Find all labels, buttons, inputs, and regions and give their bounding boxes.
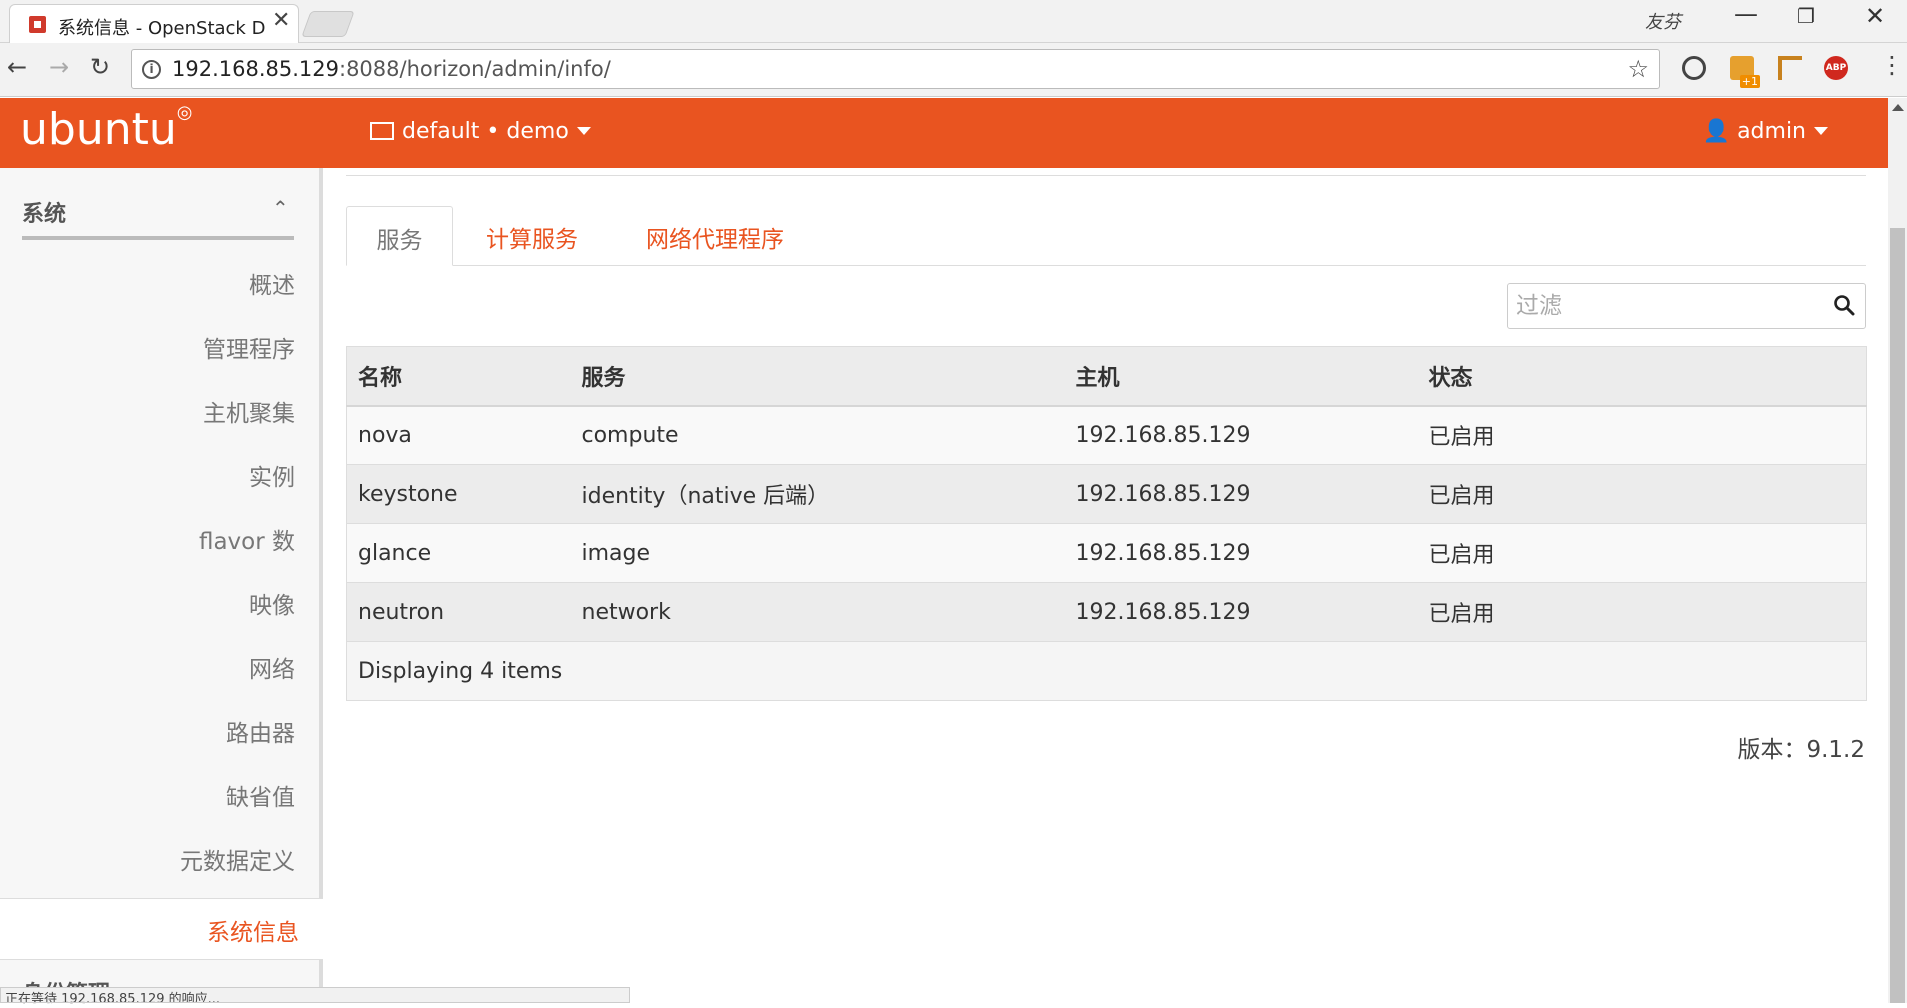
sidebar-item-host-aggregates[interactable]: 主机聚集 [203,394,295,428]
sidebar-item-flavors[interactable]: flavor 数 [199,522,295,556]
tab-close-icon[interactable]: ✕ [272,10,290,32]
reload-icon[interactable]: ↻ [90,55,110,79]
cell-service: image [570,523,1065,583]
table-footer-row: Displaying 4 items [346,641,1867,701]
cell-service: network [570,582,1065,642]
cell-name: nova [346,405,571,465]
cell-host: 192.168.85.129 [1064,464,1418,524]
sidebar-item-networks[interactable]: 网络 [249,650,295,684]
column-header-service[interactable]: 服务 [570,346,1065,407]
caret-down-icon [1814,127,1828,135]
cell-status: 已启用 [1417,405,1867,465]
minimize-icon[interactable]: — [1734,2,1758,26]
cell-status: 已启用 [1417,582,1867,642]
tab-network-agents[interactable]: 网络代理程序 [646,206,784,266]
tab-title: 系统信息 - OpenStack D [58,18,266,39]
tab-services[interactable]: 服务 [346,206,453,266]
cell-status: 已启用 [1417,523,1867,583]
cell-name: keystone [346,464,571,524]
sync-extension-icon[interactable] [1682,56,1706,80]
table-row: keystone identity（native 后端） 192.168.85.… [346,464,1867,524]
back-arrow-icon[interactable]: ← [7,55,27,79]
table-row: nova compute 192.168.85.129 已启用 [346,405,1867,465]
scrollbar-thumb[interactable] [1890,228,1905,1003]
column-header-status[interactable]: 状态 [1417,346,1867,407]
window-close-icon[interactable]: ✕ [1865,4,1885,28]
sidebar-item-overview[interactable]: 概述 [249,266,295,300]
forward-arrow-icon[interactable]: → [49,55,69,79]
plus-one-extension-icon[interactable]: +1 [1730,56,1760,88]
browser-titlebar: 系统信息 - OpenStack D ✕ 友芬 — ❐ ✕ [0,0,1907,43]
browser-menu-icon[interactable]: ⋮ [1880,53,1904,77]
address-bar[interactable]: i 192.168.85.129:8088/horizon/admin/info… [131,49,1660,89]
browser-tab[interactable]: 系统信息 - OpenStack D ✕ [9,4,299,43]
section-underline [22,236,294,240]
project-name: demo [506,119,569,144]
browser-status-bar: 正在等待 192.168.85.129 的响应... [0,987,630,1003]
content-divider [346,175,1866,176]
site-info-icon[interactable]: i [142,60,161,79]
cell-status: 已启用 [1417,464,1867,524]
user-menu[interactable]: 👤 admin [1703,119,1828,144]
horizon-header: ubuntu◎ default • demo 👤 admin [0,98,1888,168]
filter-input[interactable] [1516,289,1816,323]
cell-host: 192.168.85.129 [1064,523,1418,583]
sidebar-item-hypervisors[interactable]: 管理程序 [203,330,295,364]
openstack-favicon-icon [29,16,46,33]
sidebar-item-images[interactable]: 映像 [249,586,295,620]
sidebar-item-instances[interactable]: 实例 [249,458,295,492]
tab-compute-services[interactable]: 计算服务 [486,206,578,266]
cell-service: identity（native 后端） [570,464,1065,524]
chevron-up-icon[interactable]: ⌃ [272,196,289,220]
column-header-name[interactable]: 名称 [346,346,571,407]
profile-name[interactable]: 友芬 [1645,8,1681,34]
browser-navbar: ← → ↻ i 192.168.85.129:8088/horizon/admi… [0,43,1907,97]
cell-host: 192.168.85.129 [1064,582,1418,642]
adblock-extension-icon[interactable]: ABP [1824,56,1848,80]
cell-name: glance [346,523,571,583]
item-count: Displaying 4 items [346,641,1867,701]
sidebar-item-defaults[interactable]: 缺省值 [226,778,295,812]
project-domain: default [402,119,480,144]
restore-icon[interactable]: ❐ [1797,6,1815,26]
project-list-icon [370,122,394,140]
services-table: 名称 服务 主机 状态 nova compute 192.168.85.129 … [346,346,1867,701]
scroll-up-arrow-icon[interactable] [1892,104,1904,111]
sidebar-item-system-info[interactable]: 系统信息 [0,898,323,960]
sidebar-item-metadata-definitions[interactable]: 元数据定义 [180,842,295,876]
filter-box [1507,283,1866,329]
url-path: :8088/horizon/admin/info/ [339,57,611,81]
url-host: 192.168.85.129 [172,57,339,81]
sidebar-item-label: 系统信息 [207,920,299,946]
search-icon[interactable] [1833,294,1855,316]
brand-text: ubuntu [20,104,177,155]
table-row: glance image 192.168.85.129 已启用 [346,523,1867,583]
user-icon: 👤 [1702,119,1731,144]
version-label: 版本：9.1.2 [1737,737,1865,763]
user-name: admin [1737,119,1806,144]
tool-extension-icon[interactable] [1778,56,1802,80]
project-selector[interactable]: default • demo [370,119,591,144]
cell-name: neutron [346,582,571,642]
cell-host: 192.168.85.129 [1064,405,1418,465]
caret-down-icon [576,127,591,135]
new-tab-button[interactable] [301,11,355,37]
sidebar-section-system[interactable]: 系统 [22,196,66,228]
circle-of-friends-icon: ◎ [176,102,193,124]
table-row: neutron network 192.168.85.129 已启用 [346,582,1867,642]
table-header-row: 名称 服务 主机 状态 [346,346,1867,407]
cell-service: compute [570,405,1065,465]
info-tabs: 服务 计算服务 网络代理程序 [346,206,1866,266]
page-scrollbar[interactable] [1888,98,1907,1003]
url-text[interactable]: 192.168.85.129:8088/horizon/admin/info/ [172,57,611,81]
ubuntu-logo[interactable]: ubuntu◎ [20,102,193,155]
bookmark-star-icon[interactable]: ☆ [1627,55,1649,83]
sidebar-item-routers[interactable]: 路由器 [226,714,295,748]
column-header-host[interactable]: 主机 [1064,346,1418,407]
sidebar: 系统 ⌃ 概述 管理程序 主机聚集 实例 flavor 数 映像 网络 路由器 … [0,168,323,1007]
